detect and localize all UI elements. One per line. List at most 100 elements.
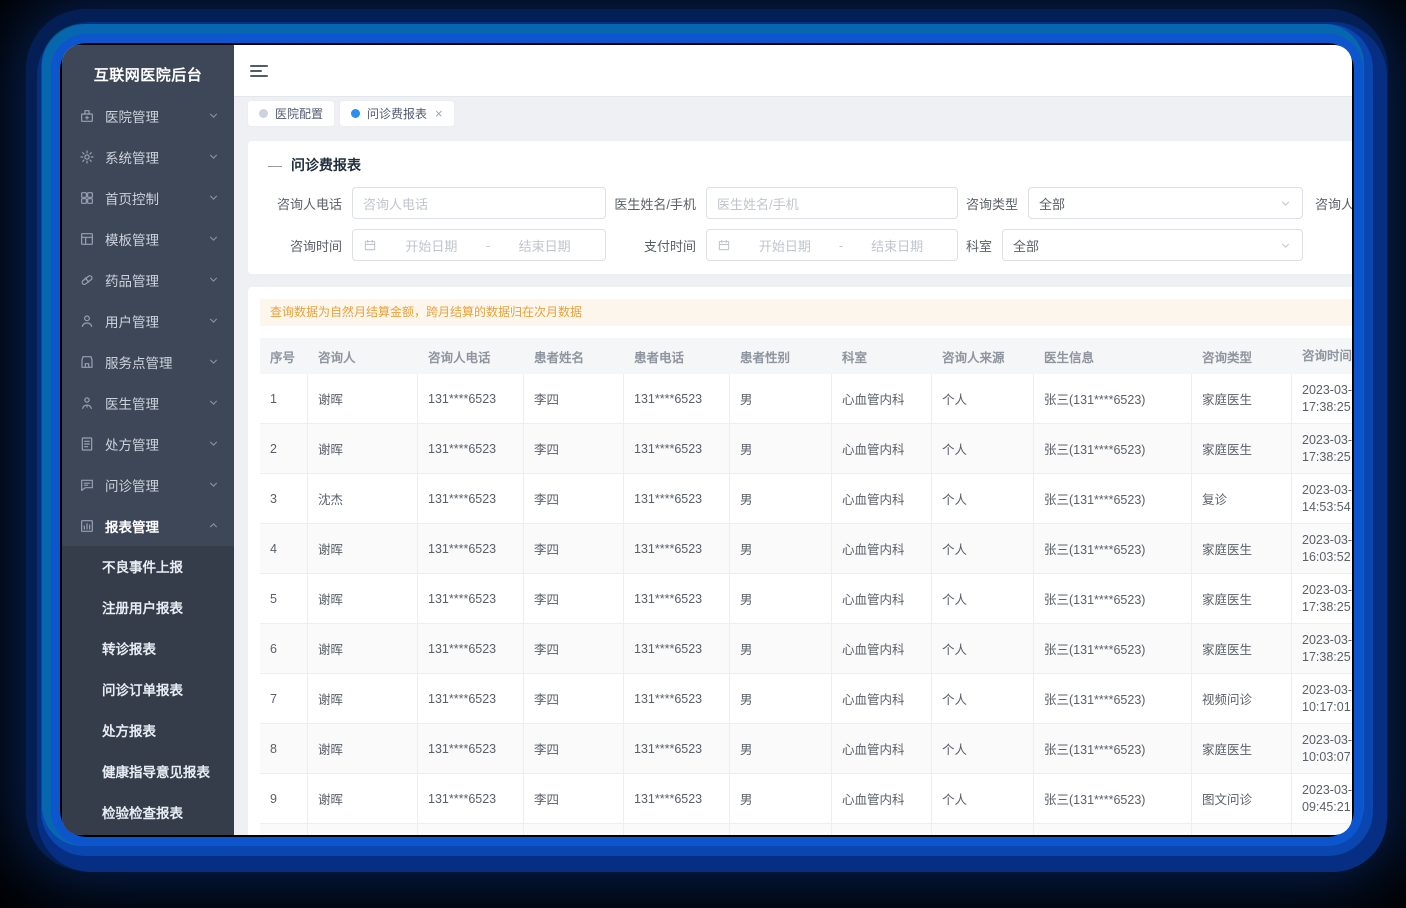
pay-time-daterange[interactable]: 开始日期 - 结束日期 xyxy=(706,229,958,261)
consult-type-select[interactable]: 全部 xyxy=(1028,187,1303,219)
report-table: 序号咨询人咨询人电话患者姓名患者电话患者性别科室咨询人来源医生信息咨询类型咨询时… xyxy=(260,338,1352,835)
filter-card: — 问诊费报表 咨询人电话 咨询人电话 医生姓名/手机 医生姓名/手机 xyxy=(248,141,1352,274)
sidebar-item-report[interactable]: 报表管理 xyxy=(62,505,234,546)
tab-label: 问诊费报表 xyxy=(367,105,427,122)
table-cell: 131****6523 xyxy=(418,474,524,523)
tab-close-icon[interactable]: × xyxy=(435,107,443,120)
sidebar-item-shop[interactable]: 服务点管理 xyxy=(62,341,234,382)
consult-icon xyxy=(79,477,95,493)
table-row: 4谢晖131****6523李四131****6523男心血管内科个人张三(13… xyxy=(260,524,1352,574)
filter-pay-time: 支付时间 开始日期 - 结束日期 xyxy=(606,229,958,261)
table-cell: 谢晖 xyxy=(308,774,418,823)
table-cell: 李四 xyxy=(524,524,624,573)
sidebar-subitem[interactable]: 健康指导意见报表 xyxy=(62,752,234,793)
table-cell: 谢晖 xyxy=(308,574,418,623)
sidebar-item-dashboard[interactable]: 首页控制 xyxy=(62,177,234,218)
chevron-down-icon xyxy=(207,150,220,163)
table-cell: 131****6523 xyxy=(624,724,730,773)
filter-label: 科室 xyxy=(966,236,1002,255)
table-cell: 张三(131****6523) xyxy=(1034,674,1192,723)
table-cell: 2023-03-0 17:38:25 xyxy=(1292,574,1352,623)
table-cell: 谢晖 xyxy=(308,524,418,573)
table-cell: 谢晖 xyxy=(308,424,418,473)
table-cell: 心血管内科 xyxy=(832,574,932,623)
table-cell: 李四 xyxy=(524,424,624,473)
sidebar-subitem[interactable]: 注册用户报表 xyxy=(62,588,234,629)
filter-consult-type: 咨询类型 全部 xyxy=(958,187,1303,219)
chevron-down-icon xyxy=(207,396,220,409)
table-cell: 心血管内科 xyxy=(832,474,932,523)
table-cell: 个人 xyxy=(932,524,1034,573)
table-row: 6谢晖131****6523李四131****6523男心血管内科个人张三(13… xyxy=(260,624,1352,674)
sidebar-item-hospital[interactable]: 医院管理 xyxy=(62,95,234,136)
table-cell: 张三(131****6523) xyxy=(1034,824,1192,835)
chevron-down-icon xyxy=(207,232,220,245)
table-cell: 个人 xyxy=(932,724,1034,773)
table-cell: 个人 xyxy=(932,374,1034,423)
tab-bar: 医院配置 问诊费报表 × xyxy=(234,96,1352,129)
table-cell: 个人 xyxy=(932,424,1034,473)
table-cell: 李四 xyxy=(524,624,624,673)
sidebar-item-pill[interactable]: 药品管理 xyxy=(62,259,234,300)
filter-label: 医生姓名/手机 xyxy=(606,194,706,213)
table-cell: 复诊 xyxy=(1192,474,1292,523)
chevron-down-icon xyxy=(207,355,220,368)
chevron-down-icon xyxy=(207,273,220,286)
table-cell: 谢晖 xyxy=(308,824,418,835)
consult-phone-input[interactable]: 咨询人电话 xyxy=(352,187,606,219)
table-cell: 131****6523 xyxy=(624,474,730,523)
table-cell: 131****6523 xyxy=(418,674,524,723)
table-cell: 7 xyxy=(260,674,308,723)
column-header: 序号 xyxy=(260,338,308,374)
sidebar-subitem[interactable]: 不良事件上报 xyxy=(62,547,234,588)
table-cell: 2023-03-0 16:03:52 xyxy=(1292,524,1352,573)
calendar-icon xyxy=(363,238,377,252)
topbar xyxy=(234,45,1352,96)
sidebar-item-template[interactable]: 模板管理 xyxy=(62,218,234,259)
sidebar-subitem[interactable]: 问诊订单报表 xyxy=(62,670,234,711)
table-cell: 心血管内科 xyxy=(832,774,932,823)
chevron-down-icon xyxy=(207,478,220,491)
table-cell: 家庭医生 xyxy=(1192,524,1292,573)
filter-consult-time: 咨询时间 开始日期 - 结束日期 xyxy=(268,229,606,261)
sidebar-item-user[interactable]: 用户管理 xyxy=(62,300,234,341)
table-row: 5谢晖131****6523李四131****6523男心血管内科个人张三(13… xyxy=(260,574,1352,624)
panel-title-row: — 问诊费报表 xyxy=(268,154,1352,176)
table-row: 2谢晖131****6523李四131****6523男心血管内科个人张三(13… xyxy=(260,424,1352,474)
department-select[interactable]: 全部 xyxy=(1002,229,1303,261)
table-cell: 张三(131****6523) xyxy=(1034,574,1192,623)
table-cell: 心血管内科 xyxy=(832,624,932,673)
sidebar-item-prescription[interactable]: 处方管理 xyxy=(62,423,234,464)
template-icon xyxy=(79,231,95,247)
tab-consult-fee-report[interactable]: 问诊费报表 × xyxy=(340,101,454,126)
tab-inactive-dot xyxy=(259,109,268,118)
filter-form: 咨询人电话 咨询人电话 医生姓名/手机 医生姓名/手机 咨询类型 xyxy=(268,187,1352,261)
chevron-down-icon xyxy=(207,109,220,122)
sidebar-subitem[interactable]: 检验检查报表 xyxy=(62,793,234,834)
content: — 问诊费报表 咨询人电话 咨询人电话 医生姓名/手机 医生姓名/手机 xyxy=(234,129,1352,835)
consult-time-daterange[interactable]: 开始日期 - 结束日期 xyxy=(352,229,606,261)
sidebar-item-doctor[interactable]: 医生管理 xyxy=(62,382,234,423)
table-cell: 视频问诊 xyxy=(1192,674,1292,723)
calendar-icon xyxy=(717,238,731,252)
filter-department: 科室 全部 xyxy=(958,229,1303,261)
sidebar-item-consult[interactable]: 问诊管理 xyxy=(62,464,234,505)
sidebar-subitem[interactable]: 处方报表 xyxy=(62,711,234,752)
tab-hospital-config[interactable]: 医院配置 xyxy=(248,101,334,126)
gear-icon xyxy=(79,149,95,165)
sidebar-subitem[interactable]: 转诊报表 xyxy=(62,629,234,670)
filter-consult-phone: 咨询人电话 咨询人电话 xyxy=(268,187,606,219)
collapse-menu-icon[interactable] xyxy=(250,62,270,80)
sidebar-item-gear[interactable]: 系统管理 xyxy=(62,136,234,177)
chevron-down-icon xyxy=(207,519,220,532)
table-cell: 2 xyxy=(260,424,308,473)
table-cell: 家庭医生 xyxy=(1192,574,1292,623)
table-cell: 3 xyxy=(260,474,308,523)
table-row: 10谢晖131****6523李四131****6523男心血管内科个人张三(1… xyxy=(260,824,1352,835)
collapse-panel-icon[interactable]: — xyxy=(268,157,282,173)
doctor-input[interactable]: 医生姓名/手机 xyxy=(706,187,958,219)
table-cell: 2023-03-0 10:03:07 xyxy=(1292,724,1352,773)
table-cell: 男 xyxy=(730,374,832,423)
table-cell: 男 xyxy=(730,724,832,773)
report-icon xyxy=(79,518,95,534)
